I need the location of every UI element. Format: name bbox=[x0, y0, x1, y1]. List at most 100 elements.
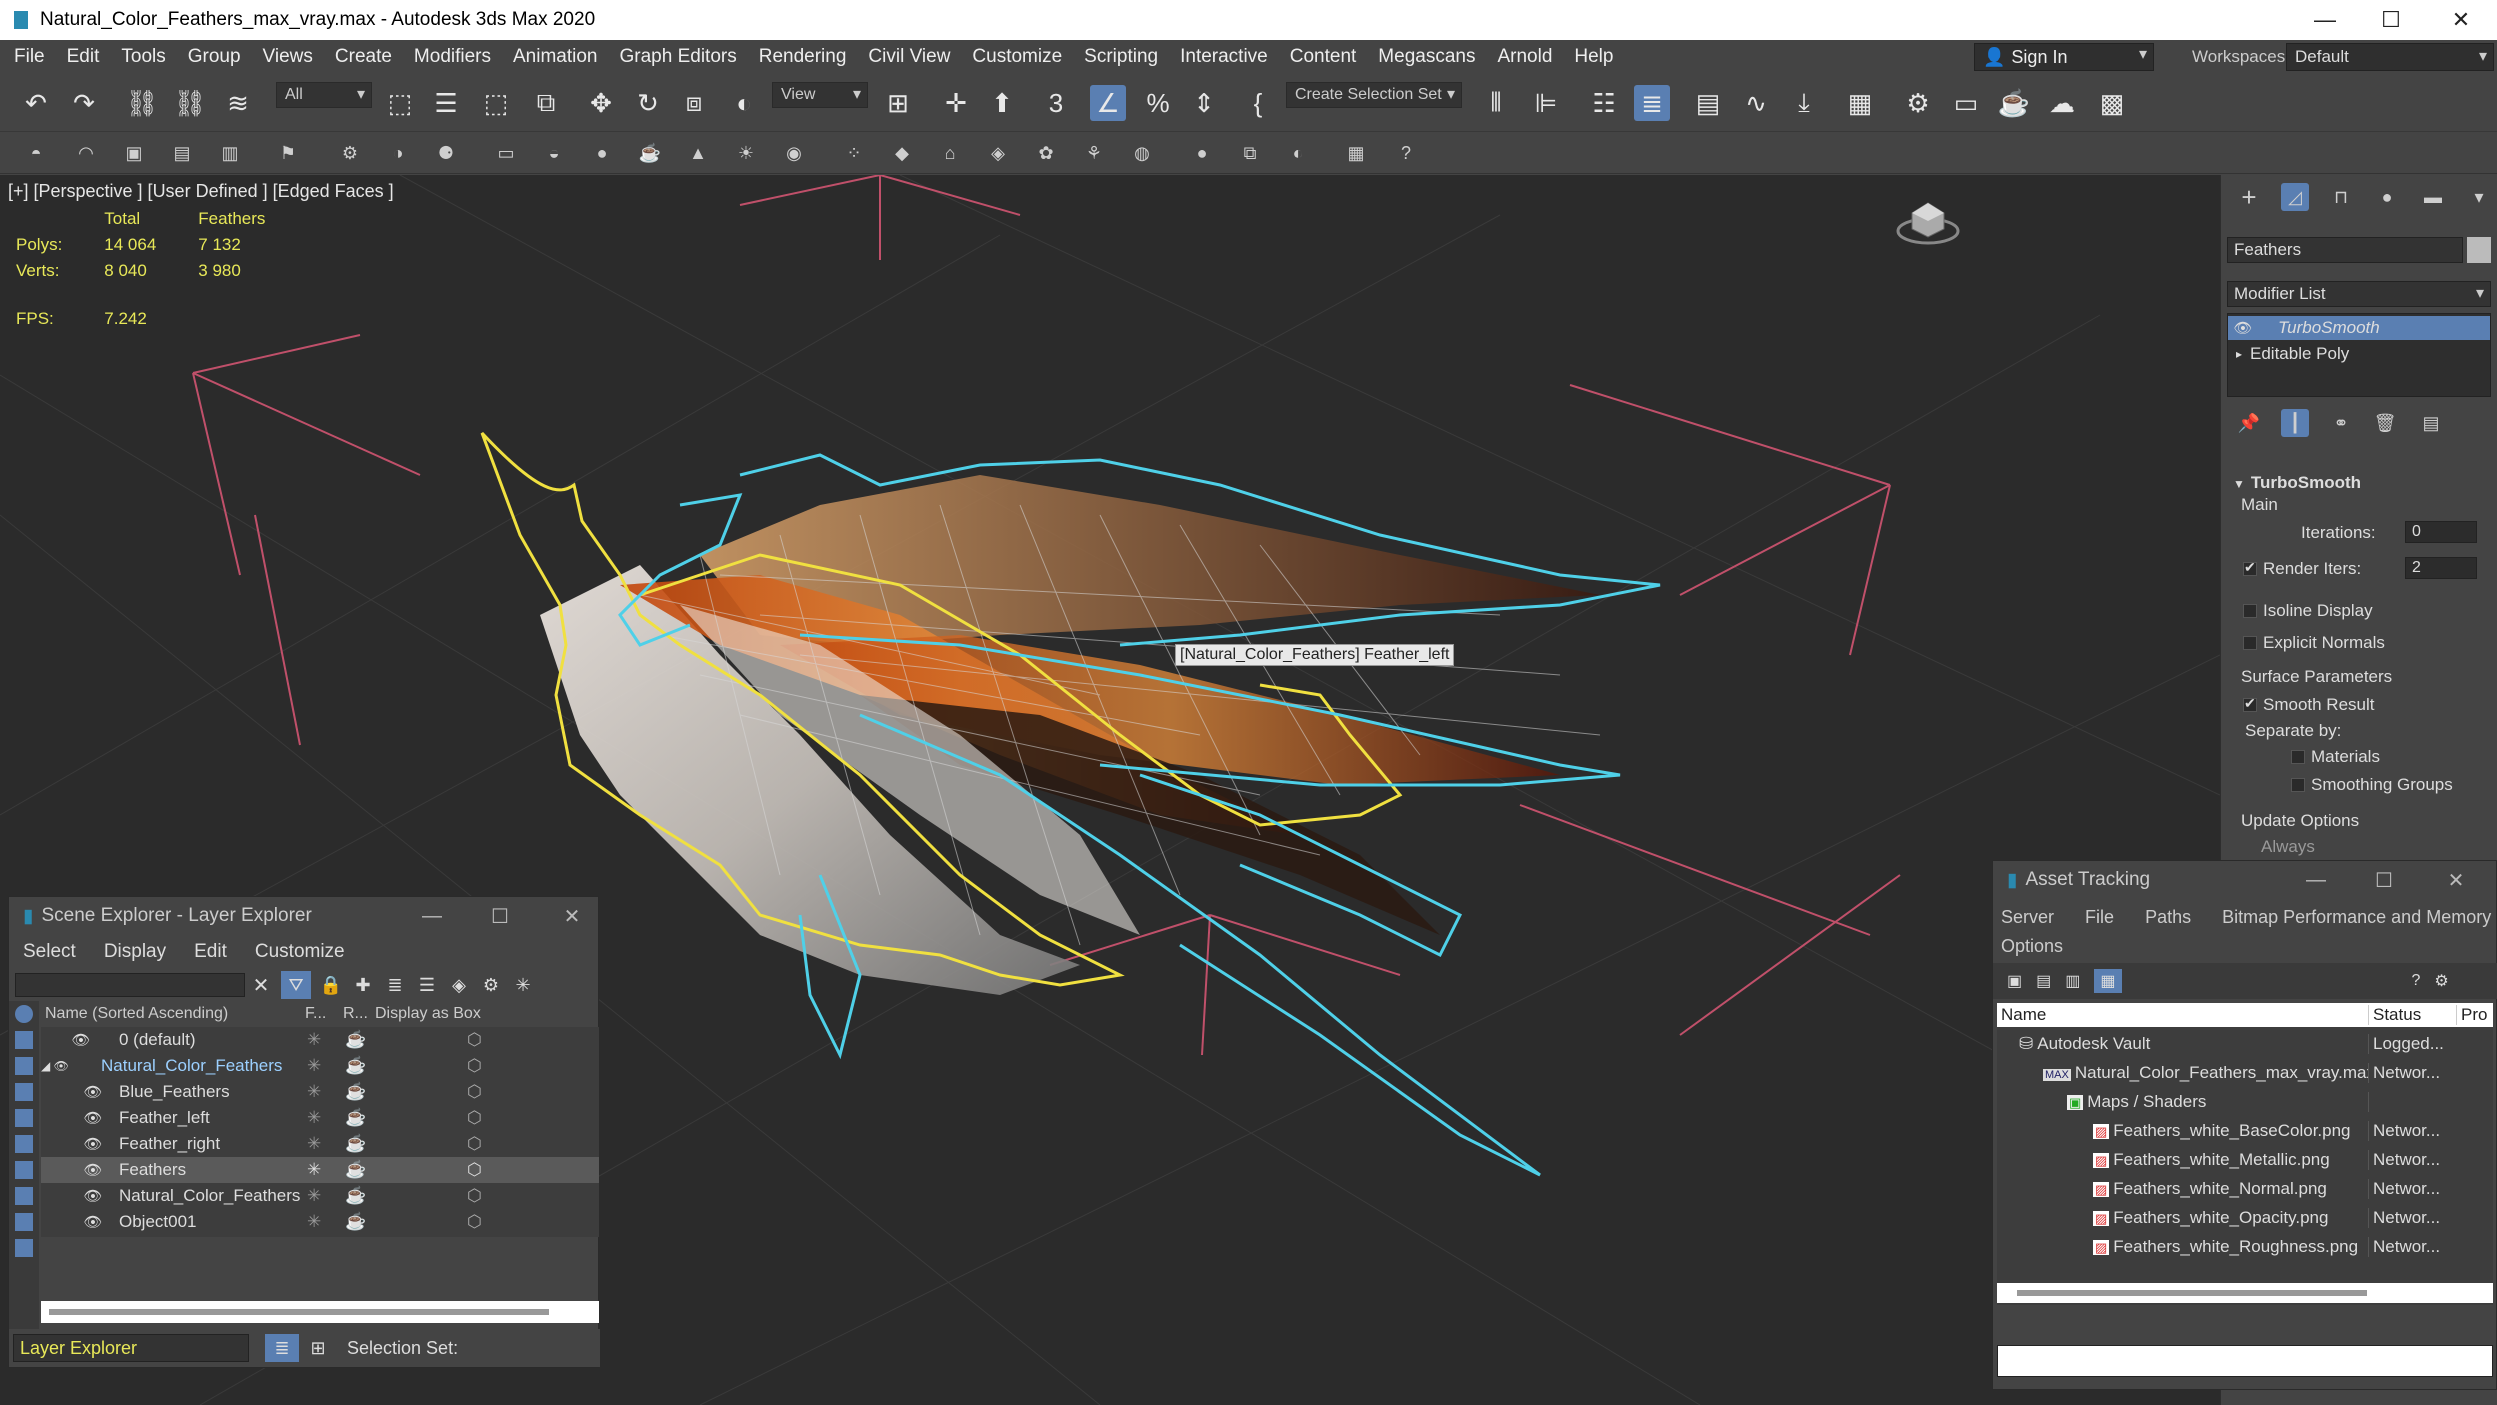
column-box-header[interactable]: Display as Box bbox=[375, 1005, 481, 1023]
horizontal-scrollbar[interactable] bbox=[1997, 1283, 2493, 1303]
tool-icon-24[interactable]: ● bbox=[1188, 139, 1216, 167]
layer-row[interactable]: 👁 0 (default) ✳ ☕ ⬡ bbox=[41, 1027, 599, 1053]
menu-help[interactable]: Help bbox=[1563, 46, 1624, 68]
create-selection-set-dropdown[interactable]: Create Selection Set bbox=[1286, 82, 1462, 108]
visibility-eye-icon[interactable]: 👁 bbox=[41, 1109, 111, 1127]
column-pro-header[interactable]: Pro bbox=[2457, 1005, 2487, 1025]
menu-modifiers[interactable]: Modifiers bbox=[403, 46, 502, 68]
menu-rendering[interactable]: Rendering bbox=[748, 46, 858, 68]
box-display-icon[interactable]: ⬡ bbox=[377, 1186, 482, 1206]
render-production-icon[interactable]: ☕ bbox=[1996, 85, 2032, 121]
light-icon[interactable]: ◉ bbox=[780, 139, 808, 167]
close-button[interactable]: ✕ bbox=[2425, 0, 2497, 40]
reference-coordinate-dropdown[interactable]: View bbox=[772, 82, 868, 108]
freeze-icon[interactable]: ✳ bbox=[307, 1082, 345, 1102]
render-teapot-icon[interactable]: ☕ bbox=[345, 1082, 377, 1102]
close-button[interactable]: ✕ bbox=[2433, 861, 2479, 899]
spinner-snap-icon[interactable]: ⇕ bbox=[1186, 85, 1222, 121]
pin-stack-icon[interactable]: 📌 bbox=[2235, 409, 2263, 437]
materials-checkbox[interactable] bbox=[2291, 750, 2305, 764]
help-icon[interactable]: ? bbox=[1392, 139, 1420, 167]
column-freeze-header[interactable]: F... bbox=[305, 1005, 343, 1023]
side-filter-icon-5[interactable] bbox=[15, 1109, 33, 1127]
freeze-icon[interactable]: ✳ bbox=[307, 1108, 345, 1128]
clear-search-icon[interactable]: ✕ bbox=[249, 973, 273, 998]
turbosmooth-rollout[interactable]: ▼ TurboSmooth bbox=[2233, 473, 2361, 493]
object-color-swatch[interactable] bbox=[2467, 237, 2491, 263]
modifier-list-dropdown[interactable]: Modifier List bbox=[2227, 281, 2491, 307]
expand-arrow-icon[interactable]: ▸ bbox=[2228, 347, 2250, 361]
sign-in-dropdown[interactable]: 👤 Sign In bbox=[1974, 43, 2154, 71]
menu-megascans[interactable]: Megascans bbox=[1367, 46, 1486, 68]
render-iters-spinner[interactable]: 2 bbox=[2405, 557, 2477, 579]
modify-tab-icon[interactable]: ◿ bbox=[2281, 183, 2309, 211]
se-menu-display[interactable]: Display bbox=[90, 941, 180, 963]
at-menu-file[interactable]: File bbox=[2085, 907, 2114, 927]
asset-row[interactable]: ▨ Feathers_white_Roughness.png Networ... bbox=[1997, 1234, 2493, 1260]
link-icon[interactable]: ⛓ bbox=[124, 85, 160, 121]
window-crossing-icon[interactable]: ⧉ bbox=[528, 85, 564, 121]
menu-animation[interactable]: Animation bbox=[502, 46, 609, 68]
object-row[interactable]: 👁 Blue_Feathers ✳ ☕ ⬡ bbox=[41, 1079, 599, 1105]
render-teapot-icon[interactable]: ☕ bbox=[345, 1186, 377, 1206]
render-teapot-icon[interactable]: ☕ bbox=[345, 1134, 377, 1154]
settings-icon[interactable]: ✳ bbox=[511, 975, 535, 996]
column-name-header[interactable]: Name (Sorted Ascending) bbox=[41, 1005, 305, 1023]
freeze-icon[interactable]: ✳ bbox=[307, 1160, 345, 1180]
select-by-name-icon[interactable]: ☰ bbox=[428, 85, 464, 121]
menu-graph-editors[interactable]: Graph Editors bbox=[609, 46, 748, 68]
menu-group[interactable]: Group bbox=[177, 46, 252, 68]
minimize-button[interactable]: — bbox=[2289, 0, 2361, 40]
particles-icon[interactable]: ⁘ bbox=[840, 139, 868, 167]
scene-explorer-icon[interactable]: ☷ bbox=[1586, 85, 1622, 121]
redo-icon[interactable]: ↷ bbox=[66, 85, 102, 121]
create-layer-icon[interactable]: ✚ bbox=[351, 975, 375, 996]
freeze-icon[interactable]: ✳ bbox=[307, 1186, 345, 1206]
pivot-center-icon[interactable]: ⊞ bbox=[880, 85, 916, 121]
side-filter-icon-10[interactable] bbox=[15, 1239, 33, 1257]
stack-item-turbosmooth[interactable]: 👁 TurboSmooth bbox=[2228, 316, 2490, 340]
explicit-normals-checkbox[interactable] bbox=[2243, 636, 2257, 650]
dome-icon[interactable]: ◒ bbox=[540, 139, 568, 167]
asset-row[interactable]: ▣ Maps / Shaders bbox=[1997, 1089, 2493, 1115]
object-row[interactable]: 👁 Feather_right ✳ ☕ ⬡ bbox=[41, 1131, 599, 1157]
select-layer-icon[interactable]: ☰ bbox=[415, 975, 439, 996]
show-end-result-icon[interactable]: ┃ bbox=[2281, 409, 2309, 437]
undo-icon[interactable]: ↶ bbox=[18, 85, 54, 121]
select-object-icon[interactable]: ⬚ bbox=[382, 85, 418, 121]
maximize-button[interactable]: ☐ bbox=[2361, 861, 2407, 899]
at-help-icon[interactable]: ? bbox=[2412, 972, 2421, 990]
menu-content[interactable]: Content bbox=[1279, 46, 1368, 68]
column-render-header[interactable]: R... bbox=[343, 1005, 375, 1023]
curve-editor-icon[interactable]: ∿ bbox=[1738, 85, 1774, 121]
minimize-button[interactable]: — bbox=[2293, 861, 2339, 899]
box-display-icon[interactable]: ⬡ bbox=[377, 1108, 482, 1128]
scale-icon[interactable]: ⧈ bbox=[676, 85, 712, 121]
at-grid-view-icon[interactable]: ▦ bbox=[2094, 969, 2122, 993]
menu-customize[interactable]: Customize bbox=[961, 46, 1073, 68]
horizontal-scrollbar[interactable] bbox=[41, 1301, 599, 1323]
tool-icon-1[interactable]: ◓ bbox=[22, 139, 50, 167]
tool-icon-9[interactable]: ⚈ bbox=[432, 139, 460, 167]
box-display-icon[interactable]: ⬡ bbox=[377, 1160, 482, 1180]
tool-icon-26[interactable]: ◐ bbox=[1284, 139, 1312, 167]
box-display-icon[interactable]: ⬡ bbox=[377, 1030, 482, 1050]
freeze-icon[interactable]: ✳ bbox=[307, 1056, 345, 1076]
menu-file[interactable]: File bbox=[0, 46, 56, 68]
lock-icon[interactable]: 🔒 bbox=[319, 975, 343, 996]
a360-gallery-icon[interactable]: ▩ bbox=[2094, 85, 2130, 121]
isoline-checkbox[interactable] bbox=[2243, 604, 2257, 618]
menu-tools[interactable]: Tools bbox=[110, 46, 176, 68]
column-name-header[interactable]: Name bbox=[1997, 1005, 2369, 1025]
mirror-icon[interactable]: ⫴ bbox=[1478, 85, 1514, 121]
menu-civil-view[interactable]: Civil View bbox=[857, 46, 961, 68]
hierarchy-tab-icon[interactable]: ⊓ bbox=[2327, 183, 2355, 211]
column-status-header[interactable]: Status bbox=[2369, 1005, 2457, 1025]
tool-icon-20[interactable]: ◈ bbox=[984, 139, 1012, 167]
tool-icon-27[interactable]: ▦ bbox=[1342, 139, 1370, 167]
at-tool-icon-2[interactable]: ▤ bbox=[2036, 971, 2051, 991]
object-row[interactable]: 👁 Object001 ✳ ☕ ⬡ bbox=[41, 1209, 599, 1235]
sun-icon[interactable]: ☀ bbox=[732, 139, 760, 167]
box-display-icon[interactable]: ⬡ bbox=[377, 1056, 482, 1076]
rectangular-selection-icon[interactable]: ⬚ bbox=[478, 85, 514, 121]
